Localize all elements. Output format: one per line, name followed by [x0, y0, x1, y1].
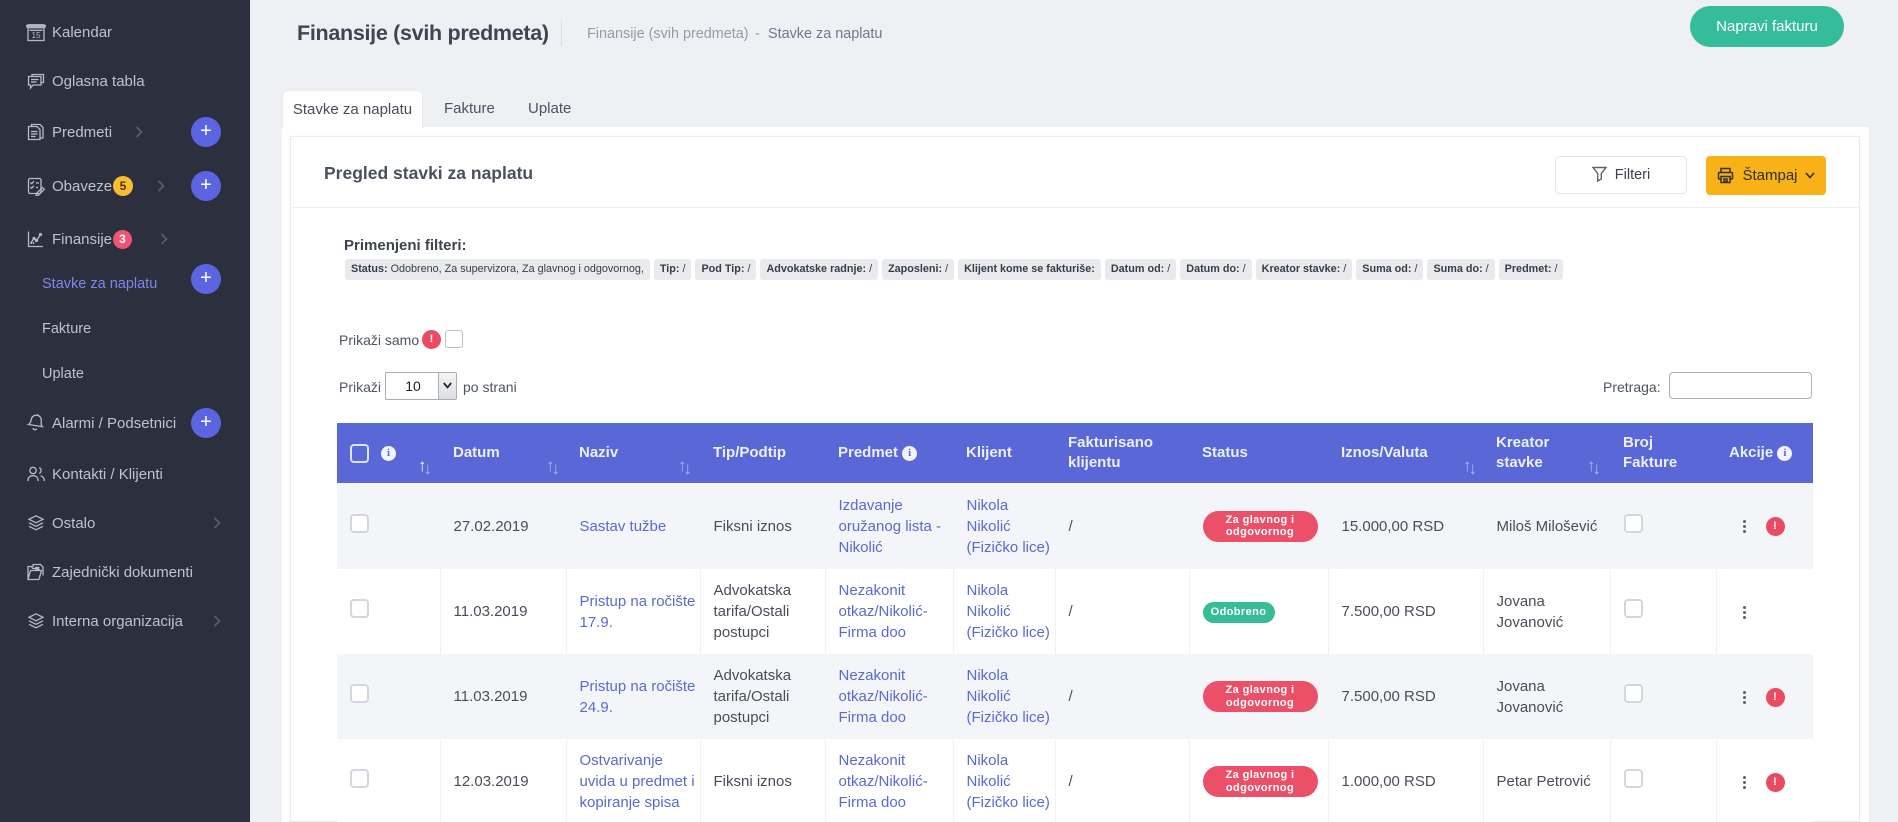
svg-text:15: 15	[31, 31, 41, 40]
